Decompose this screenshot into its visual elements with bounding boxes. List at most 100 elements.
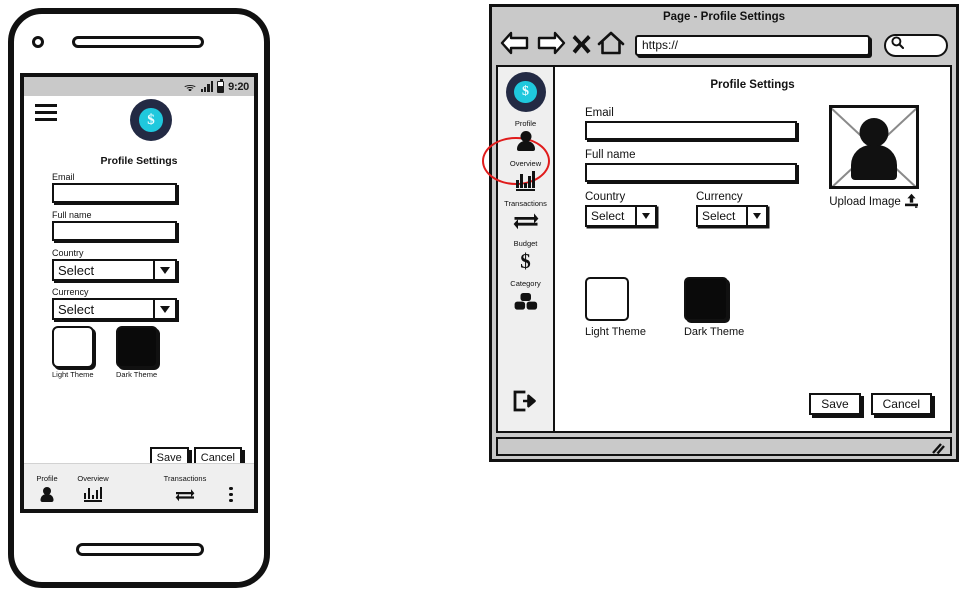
currency-label: Currency (696, 191, 743, 203)
fullname-input[interactable] (52, 221, 177, 241)
bar-chart-icon (498, 170, 553, 192)
status-time: 9:20 (228, 80, 249, 93)
nav-label-transactions: Transactions (163, 474, 207, 483)
chevron-down-icon (153, 300, 175, 318)
upload-image-text: Upload Image (829, 196, 901, 208)
stop-x-icon[interactable] (572, 31, 591, 60)
nav-item-more[interactable] (208, 483, 254, 509)
mobile-device-frame: 9:20 $ Profile Settings Email Full name … (8, 8, 270, 588)
mobile-theme-chooser: Light Theme Dark Theme (52, 326, 226, 379)
desktop-theme-chooser: Light Theme Dark Theme (585, 277, 744, 338)
sidebar-item-budget[interactable]: Budget $ (498, 239, 553, 272)
dark-theme-swatch[interactable] (683, 277, 728, 321)
sidebar-item-profile[interactable]: Profile (498, 119, 553, 152)
sidebar-label-overview: Overview (509, 159, 542, 168)
url-input[interactable]: https:// (635, 34, 870, 56)
home-icon[interactable] (597, 30, 625, 61)
front-camera-icon (32, 36, 44, 48)
person-placeholder-icon (829, 105, 919, 189)
country-label: Country (52, 248, 84, 258)
currency-selected-value: Select (702, 209, 736, 223)
dark-theme-label: Dark Theme (683, 326, 745, 338)
light-theme-option[interactable]: Light Theme (585, 277, 646, 338)
browser-viewport: $ Profile Overview Transactions Budget $… (482, 65, 952, 433)
light-theme-label: Light Theme (52, 370, 94, 379)
blocks-icon (498, 290, 553, 312)
desktop-form-actions: Save Cancel (809, 393, 932, 415)
dark-theme-option[interactable]: Dark Theme (683, 277, 745, 338)
page-title: Profile Settings (710, 79, 795, 91)
resize-grip-icon[interactable] (930, 442, 946, 460)
nav-item-profile[interactable]: Profile (24, 474, 70, 509)
light-theme-swatch[interactable] (585, 277, 629, 321)
savvy-budget-logo: $ (505, 72, 546, 112)
dollar-sign-icon: $ (520, 248, 531, 273)
email-input[interactable] (585, 121, 797, 140)
nav-item-overview[interactable]: Overview (70, 474, 116, 509)
sidebar-item-category[interactable]: Category (498, 279, 553, 312)
logo-symbol: $ (147, 111, 155, 128)
window-title: Page - Profile Settings (662, 11, 786, 23)
signal-bars-icon (200, 81, 214, 92)
wifi-icon (182, 81, 197, 92)
country-field: Country Select (585, 191, 657, 227)
country-selected-value: Select (591, 209, 625, 223)
selects-row: Country Select Currency Select (585, 191, 835, 227)
logout-icon[interactable] (512, 390, 538, 417)
back-arrow-icon[interactable] (500, 30, 530, 61)
bar-chart-icon (70, 486, 116, 503)
sidebar-item-transactions[interactable]: Transactions (498, 199, 553, 232)
savvy-budget-logo: $ (130, 99, 172, 141)
email-label: Email (52, 172, 75, 182)
mobile-profile-form: Email Full name Country Select Currency … (24, 172, 254, 379)
save-button[interactable]: Save (809, 393, 861, 415)
mobile-screen: 9:20 $ Profile Settings Email Full name … (20, 73, 258, 513)
home-button[interactable] (76, 543, 204, 556)
chevron-down-icon (635, 207, 655, 225)
transfer-arrows-icon (162, 486, 208, 503)
sidebar-item-overview[interactable]: Overview (498, 159, 553, 192)
currency-select[interactable]: Select (52, 298, 177, 320)
sidebar-label-profile: Profile (514, 119, 537, 128)
nav-item-transactions[interactable]: Transactions (162, 474, 208, 509)
browser-window: Page - Profile Settings https:// $ Profi… (482, 4, 959, 462)
logo-symbol: $ (522, 84, 529, 99)
browser-status-bar (496, 437, 952, 456)
light-theme-label: Light Theme (585, 326, 646, 338)
dark-theme-swatch[interactable] (116, 326, 158, 368)
app-sidebar: $ Profile Overview Transactions Budget $… (482, 67, 555, 431)
upload-icon[interactable] (904, 193, 919, 211)
hamburger-menu-icon[interactable] (35, 104, 57, 125)
dark-theme-option[interactable]: Dark Theme (116, 326, 158, 379)
currency-field: Currency Select (696, 191, 768, 227)
country-selected-value: Select (58, 262, 95, 278)
desktop-profile-form: Email Full name Country Select Currency … (585, 107, 835, 227)
cancel-button[interactable]: Cancel (870, 393, 932, 415)
fullname-label: Full name (52, 210, 92, 220)
search-input[interactable] (884, 33, 948, 57)
dark-theme-label: Dark Theme (116, 370, 158, 379)
forward-arrow-icon[interactable] (536, 30, 566, 61)
nav-label-overview: Overview (77, 474, 109, 483)
country-label: Country (585, 191, 626, 203)
search-icon (891, 36, 905, 54)
person-icon (24, 486, 70, 503)
currency-select[interactable]: Select (696, 205, 768, 227)
plus-icon-slot (116, 486, 162, 503)
avatar-upload[interactable]: Upload Image (818, 105, 930, 211)
person-icon (498, 130, 553, 152)
upload-image-label: Upload Image (818, 193, 930, 211)
light-theme-option[interactable]: Light Theme (52, 326, 94, 379)
transfer-arrows-icon (498, 210, 553, 232)
country-select[interactable]: Select (585, 205, 657, 227)
chevron-down-icon (746, 207, 766, 225)
email-input[interactable] (52, 183, 177, 203)
country-select[interactable]: Select (52, 259, 177, 281)
currency-selected-value: Select (58, 301, 95, 317)
light-theme-swatch[interactable] (52, 326, 94, 368)
earpiece-speaker (72, 36, 204, 48)
mobile-bottom-nav: Profile Overview Transactions (24, 464, 254, 509)
email-label: Email (585, 107, 614, 119)
nav-label-profile: Profile (36, 474, 58, 483)
fullname-input[interactable] (585, 163, 797, 182)
